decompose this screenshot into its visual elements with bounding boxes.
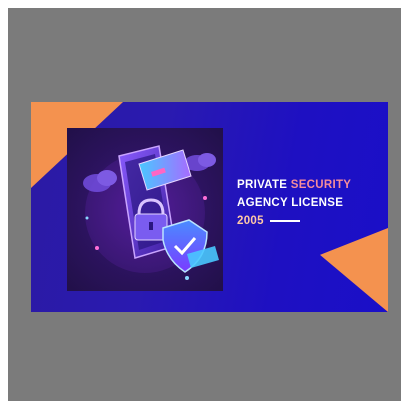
license-banner: PRIVATE SECURITY AGENCY LICENSE 2005 [31, 102, 388, 312]
heading-line-1: PRIVATE SECURITY [237, 176, 387, 194]
banner-heading: PRIVATE SECURITY AGENCY LICENSE 2005 [237, 176, 387, 230]
year-label: 2005 [237, 215, 264, 227]
heading-security: SECURITY [290, 179, 352, 191]
heading-private: PRIVATE [237, 179, 288, 191]
dash-divider [269, 220, 300, 222]
heading-line-3: 2005 [237, 212, 387, 230]
bottom-right-triangle [320, 228, 388, 312]
security-illustration [67, 128, 223, 291]
heading-line-2: AGENCY LICENSE [237, 197, 344, 209]
